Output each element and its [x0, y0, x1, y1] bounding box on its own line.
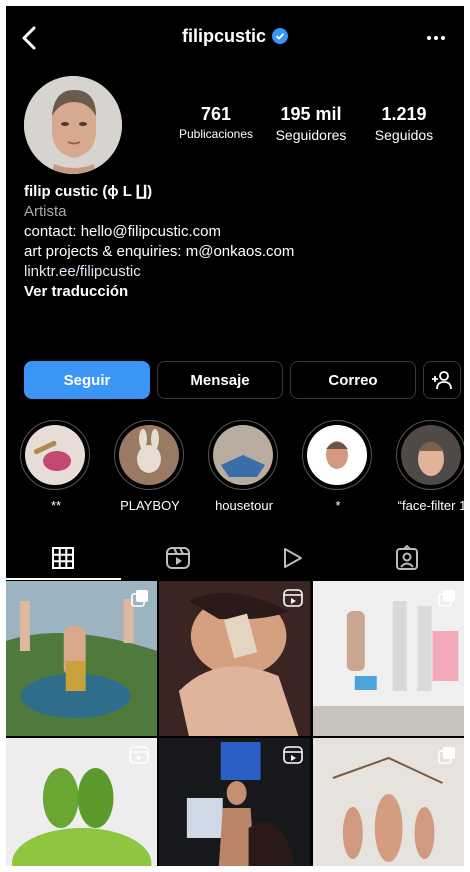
highlight-thumbnail: [213, 425, 273, 485]
avatar[interactable]: [24, 76, 122, 174]
see-translation-link[interactable]: Ver traducción: [24, 282, 454, 302]
highlight-item[interactable]: housetour: [208, 420, 280, 513]
highlight-ring: [396, 420, 464, 490]
highlight-ring: [20, 420, 90, 490]
grid-post[interactable]: [6, 581, 158, 736]
message-button[interactable]: Mensaje: [157, 361, 283, 399]
grid-post[interactable]: [312, 738, 464, 866]
highlight-item[interactable]: “face-filter 1: [396, 420, 464, 513]
highlight-label: **: [50, 498, 62, 513]
display-name: filip custic (ɸ L ∐): [24, 183, 153, 200]
highlight-label: housetour: [215, 498, 273, 513]
stat-value: 761: [200, 104, 232, 124]
highlight-item[interactable]: *: [302, 420, 374, 513]
highlight-item[interactable]: PLAYBOY: [114, 420, 186, 513]
stat-label: Seguidos: [374, 127, 434, 143]
profile-screen: filipcustic 761 Publicaciones 195 mil Se…: [6, 6, 464, 866]
stat-label: Seguidores: [275, 127, 347, 143]
play-icon: [284, 548, 303, 568]
posts-grid: [6, 581, 464, 866]
avatar-image: [24, 76, 122, 174]
follow-button[interactable]: Seguir: [24, 361, 150, 399]
highlight-ring: [114, 420, 184, 490]
reel-icon: [282, 589, 303, 607]
more-icon[interactable]: [424, 28, 448, 48]
bio-line: contact: hello@filipcustic.com: [24, 223, 221, 240]
add-person-button[interactable]: [423, 361, 461, 399]
highlight-ring: [208, 420, 278, 490]
grid-post[interactable]: [6, 738, 158, 866]
tab-posts[interactable]: [6, 536, 121, 580]
highlight-item[interactable]: **: [20, 420, 92, 513]
grid-post[interactable]: [159, 581, 311, 736]
story-highlights: ** PLAYBOY housetour * “face-filter 1: [20, 420, 464, 513]
reel-icon: [129, 746, 150, 764]
highlight-ring: [302, 420, 372, 490]
highlight-thumbnail: [119, 425, 179, 485]
bio: filip custic (ɸ L ∐) Artista contact: he…: [24, 182, 454, 302]
profile-actions: Seguir Mensaje Correo: [24, 361, 461, 399]
carousel-icon: [438, 590, 455, 607]
profile-tabs: [6, 536, 464, 580]
reel-icon: [282, 746, 303, 764]
highlight-thumbnail: [401, 425, 461, 485]
grid-post[interactable]: [312, 581, 464, 736]
bio-line: art projects & enquiries: m@onkaos.com: [24, 243, 295, 260]
highlight-thumbnail: [307, 425, 367, 485]
category-label: Artista: [24, 203, 67, 220]
highlight-label: PLAYBOY: [120, 498, 180, 513]
stat-value: 195 mil: [280, 104, 342, 124]
profile-username: filipcustic: [6, 26, 464, 47]
carousel-icon: [131, 590, 149, 607]
verified-icon: [272, 28, 288, 44]
add-person-icon: [432, 371, 452, 390]
tagged-icon: [395, 545, 418, 570]
stat-following[interactable]: 1.219 Seguidos: [361, 104, 447, 143]
carousel-icon: [438, 747, 455, 764]
highlight-label: “face-filter 1: [397, 498, 464, 513]
stat-followers[interactable]: 195 mil Seguidores: [261, 104, 361, 143]
top-bar: filipcustic: [6, 6, 464, 70]
reels-icon: [165, 547, 190, 569]
tab-tagged[interactable]: [350, 536, 465, 580]
stat-value: 1.219: [381, 104, 427, 124]
grid-post[interactable]: [159, 738, 311, 866]
stat-posts[interactable]: 761 Publicaciones: [171, 104, 261, 143]
username-text: filipcustic: [181, 26, 266, 46]
email-button[interactable]: Correo: [290, 361, 416, 399]
bio-link[interactable]: linktr.ee/filipcustic: [24, 262, 454, 282]
highlight-label: *: [335, 498, 341, 513]
profile-stats: 761 Publicaciones 195 mil Seguidores 1.2…: [171, 104, 447, 143]
grid-icon: [52, 547, 75, 569]
stat-label: Publicaciones: [178, 127, 254, 141]
tab-reels[interactable]: [121, 536, 236, 580]
highlight-thumbnail: [25, 425, 85, 485]
tab-videos[interactable]: [235, 536, 350, 580]
